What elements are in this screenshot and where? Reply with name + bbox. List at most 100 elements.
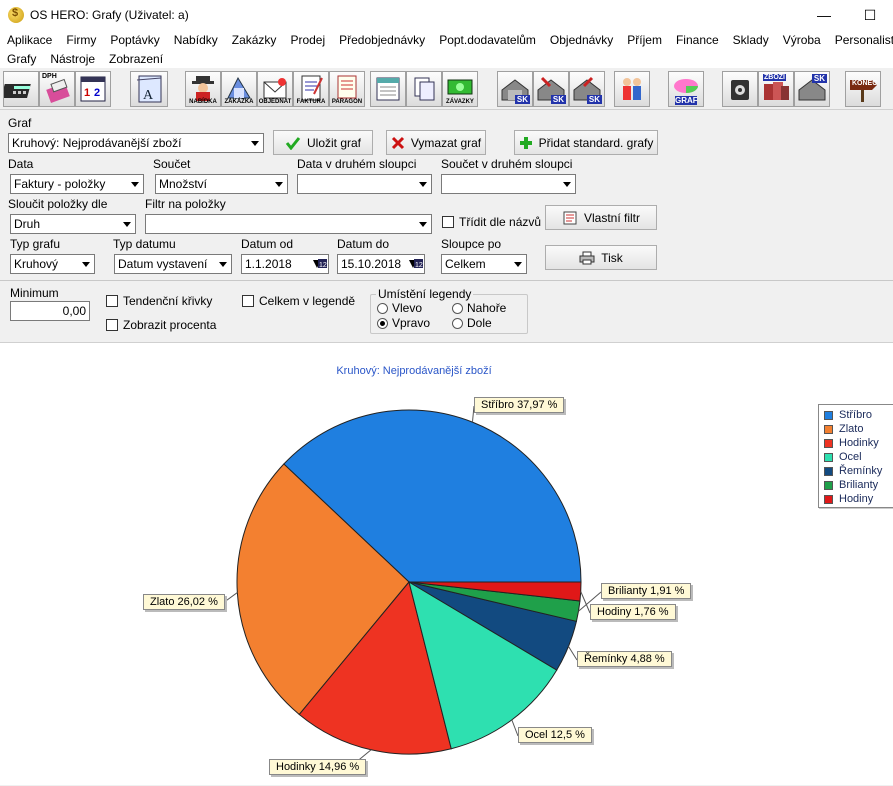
toolbar-camera-button[interactable] (722, 71, 758, 107)
graf-select[interactable]: Kruhový: Nejprodávanější zboží (8, 133, 264, 153)
legend-label: Ocel (839, 451, 862, 463)
print-button[interactable]: Tisk (545, 245, 657, 270)
toolbar-graf-button[interactable]: GRAF (668, 71, 704, 107)
radio-dole[interactable]: Dole (452, 316, 492, 330)
menu-item-9[interactable]: Příjem (620, 33, 669, 47)
calendar-picker-icon[interactable]: 12 (407, 256, 423, 272)
paragon-label: PARAGON (331, 99, 363, 105)
soucet2-select[interactable] (441, 174, 576, 194)
nabidka-label: NABÍDKA (189, 99, 217, 105)
sloupce-select[interactable]: Celkem (441, 254, 527, 274)
menu-item-row2-0[interactable]: Grafy (0, 52, 43, 66)
data-select[interactable]: Faktury - položky (10, 174, 144, 194)
filtr-select[interactable] (145, 214, 432, 234)
add-standard-graphs-button[interactable]: Přidat standard. grafy (514, 130, 658, 155)
datum-do-input[interactable]: 15.10.2018 12 (337, 254, 425, 274)
chevron-down-icon[interactable] (118, 215, 135, 233)
legend-label: Brilianty (839, 479, 879, 491)
radio-vlevo-circle[interactable] (377, 302, 388, 314)
zobrazit-procenta-checkbox[interactable]: Zobrazit procenta (106, 318, 216, 332)
slice-label-1: Zlato 26,02 % (143, 594, 225, 610)
radio-nahore-circle[interactable] (452, 302, 463, 314)
tendencni-checkbox-box[interactable] (106, 295, 118, 307)
toolbar-calculator-button[interactable] (3, 71, 39, 107)
calendar-badge: 12 (319, 262, 327, 269)
calendar-picker-icon[interactable]: 12 (311, 256, 327, 272)
delete-graph-button[interactable]: Vymazat graf (386, 130, 486, 155)
minimize-button[interactable]: — (801, 0, 847, 30)
sloucit-select[interactable]: Druh (10, 214, 136, 234)
menu-item-3[interactable]: Nabídky (167, 33, 225, 47)
toolbar-sk3-button[interactable]: SK (569, 71, 605, 107)
toolbar-copy-button[interactable] (406, 71, 442, 107)
radio-vpravo[interactable]: Vpravo (377, 316, 430, 330)
toolbar: DPH 12 A NABÍDKA ZAKÁZKA OBJEDNAT FAKTUR… (0, 68, 893, 110)
minimum-input[interactable]: 0,00 (10, 301, 90, 321)
menu-item-8[interactable]: Objednávky (543, 33, 620, 47)
typ-grafu-select[interactable]: Kruhový (10, 254, 95, 274)
toolbar-window-button[interactable] (370, 71, 406, 107)
maximize-button[interactable]: ☐ (847, 0, 893, 30)
sloucit-select-value: Druh (14, 217, 41, 231)
radio-dole-circle[interactable] (452, 317, 463, 329)
menu-item-6[interactable]: Předobjednávky (332, 33, 432, 47)
toolbar-konec-button[interactable]: KONEC (845, 71, 881, 107)
tridit-label: Třídit dle názvů (459, 215, 542, 229)
toolbar-dph-button[interactable]: DPH (39, 71, 75, 107)
celkem-legenda-checkbox[interactable]: Celkem v legendě (242, 294, 355, 308)
zbozi-label: ZBOŽÍ (763, 74, 786, 81)
menu-item-row2-1[interactable]: Nástroje (43, 52, 102, 66)
toolbar-address-book-button[interactable]: A (130, 71, 168, 107)
chevron-down-icon[interactable] (414, 175, 431, 193)
toolbar-faktura-button[interactable]: FAKTURA (293, 71, 329, 107)
menu-item-0[interactable]: Aplikace (0, 33, 59, 47)
menu-item-7[interactable]: Popt.dodavatelům (432, 33, 543, 47)
toolbar-objednat-button[interactable]: OBJEDNAT (257, 71, 293, 107)
menu-item-row2-2[interactable]: Zobrazení (102, 52, 170, 66)
menu-item-10[interactable]: Finance (669, 33, 726, 47)
menu-item-11[interactable]: Sklady (726, 33, 776, 47)
menu-item-2[interactable]: Poptávky (103, 33, 166, 47)
data2-select[interactable] (297, 174, 432, 194)
toolbar-nabidka-button[interactable]: NABÍDKA (185, 71, 221, 107)
toolbar-sk2-button[interactable]: SK (533, 71, 569, 107)
menu-item-4[interactable]: Zakázky (225, 33, 284, 47)
tridit-checkbox-box[interactable] (442, 216, 454, 228)
toolbar-users-button[interactable] (614, 71, 650, 107)
typ-datumu-select[interactable]: Datum vystavení (114, 254, 232, 274)
custom-filter-button[interactable]: Vlastní filtr (545, 205, 657, 230)
toolbar-calendar-button[interactable]: 12 (75, 71, 111, 107)
chevron-down-icon[interactable] (246, 134, 263, 152)
tridit-checkbox[interactable]: Třídit dle názvů (442, 215, 541, 229)
chevron-down-icon[interactable] (214, 255, 231, 273)
menu-item-1[interactable]: Firmy (59, 33, 103, 47)
camera-icon (731, 80, 749, 100)
chevron-down-icon[interactable] (77, 255, 94, 273)
chevron-down-icon[interactable] (558, 175, 575, 193)
chevron-down-icon[interactable] (414, 215, 431, 233)
tendencni-checkbox[interactable]: Tendenční křivky (106, 294, 212, 308)
datum-od-input[interactable]: 1.1.2018 12 (241, 254, 329, 274)
soucet-select[interactable]: Množství (155, 174, 288, 194)
toolbar-zakazka-button[interactable]: ZAKÁZKA (221, 71, 257, 107)
chevron-down-icon[interactable] (270, 175, 287, 193)
radio-vpravo-circle[interactable] (377, 317, 388, 329)
toolbar-sk1-button[interactable]: SK (497, 71, 533, 107)
datum-od-value: 1.1.2018 (245, 257, 292, 271)
address-book-icon: A (136, 75, 162, 103)
legend-item: Řemínky (824, 464, 893, 478)
celkem-legenda-checkbox-box[interactable] (242, 295, 254, 307)
menu-item-12[interactable]: Výroba (776, 33, 828, 47)
zobrazit-procenta-checkbox-box[interactable] (106, 319, 118, 331)
radio-vlevo[interactable]: Vlevo (377, 301, 422, 315)
toolbar-sk4-button[interactable]: SK (794, 71, 830, 107)
toolbar-zbozi-button[interactable]: ZBOŽÍ (758, 71, 794, 107)
toolbar-paragon-button[interactable]: PARAGON (329, 71, 365, 107)
chevron-down-icon[interactable] (126, 175, 143, 193)
chevron-down-icon[interactable] (509, 255, 526, 273)
menu-item-5[interactable]: Prodej (283, 33, 332, 47)
toolbar-zavazky-button[interactable]: ZÁVAZKY (442, 71, 478, 107)
radio-nahore[interactable]: Nahoře (452, 301, 506, 315)
menu-item-13[interactable]: Personalistika (828, 33, 893, 47)
save-graph-button[interactable]: Uložit graf (273, 130, 373, 155)
